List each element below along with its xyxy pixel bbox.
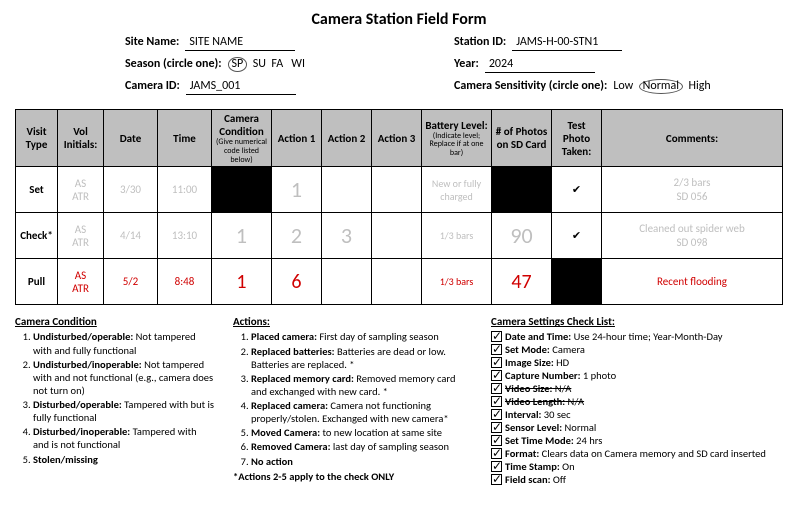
camera-id-value[interactable]: JAMS_001 bbox=[186, 79, 296, 95]
actions-note: *Actions 2-5 apply to the check ONLY bbox=[233, 470, 473, 483]
checklist-item[interactable]: Sensor Level: Normal bbox=[491, 421, 783, 434]
legend-item: Undisturbed/operable: Not tampered with … bbox=[33, 330, 215, 356]
season-label: Season (circle one): bbox=[125, 57, 222, 71]
col-visit: Visit Type bbox=[16, 110, 58, 167]
legend-item: Replaced memory card: Removed memory car… bbox=[251, 372, 473, 398]
checklist-item[interactable]: Date and Time: Use 24-hour time; Year-Mo… bbox=[491, 330, 783, 343]
checklist-item[interactable]: Format: Clears data on Camera memory and… bbox=[491, 447, 783, 460]
col-vol: Vol Initials: bbox=[58, 110, 104, 167]
season-fa[interactable]: FA bbox=[271, 57, 283, 71]
legend-item: Replaced camera: Camera not functioning … bbox=[251, 399, 473, 425]
checklist-item[interactable]: Video Size: N/A bbox=[491, 382, 783, 395]
col-comments: Comments: bbox=[602, 110, 783, 167]
camera-id-label: Camera ID: bbox=[125, 79, 180, 93]
legend-item: Disturbed/operable: Tampered with but is… bbox=[33, 398, 215, 424]
legend-checklist: Camera Settings Check List: Date and Tim… bbox=[491, 315, 783, 486]
header-fields: Site Name: SITE NAME Station ID: JAMS-H-… bbox=[125, 35, 743, 95]
season-su[interactable]: SU bbox=[253, 57, 266, 71]
legend-item: Moved Camera: to new location at same si… bbox=[251, 426, 473, 439]
visits-table: Visit Type Vol Initials: Date Time Camer… bbox=[15, 109, 783, 305]
legend-item: Disturbed/inoperable: Tampered with and … bbox=[33, 425, 215, 451]
col-a2: Action 2 bbox=[322, 110, 372, 167]
checklist-item[interactable]: Image Size: HD bbox=[491, 356, 783, 369]
table-row: Check*ASATR4/1413:101231/3 bars90✔Cleane… bbox=[16, 213, 783, 259]
legend-area: Camera Condition Undisturbed/operable: N… bbox=[15, 315, 783, 486]
legend-item: Undisturbed/inoperable: Not tampered wit… bbox=[33, 358, 215, 397]
form-title: Camera Station Field Form bbox=[15, 10, 783, 29]
station-id-value[interactable]: JAMS-H-00-STN1 bbox=[512, 35, 622, 51]
table-row: PullASATR5/28:48161/3 bars47Recent flood… bbox=[16, 259, 783, 305]
col-date: Date bbox=[104, 110, 158, 167]
sensitivity-options[interactable]: Low Normal High bbox=[613, 79, 710, 94]
sensitivity-label: Camera Sensitivity (circle one): bbox=[454, 79, 607, 93]
legend-item: No action bbox=[251, 455, 473, 468]
legend-item: Removed Camera: last day of sampling sea… bbox=[251, 440, 473, 453]
legend-item: Stolen/missing bbox=[33, 453, 215, 466]
sens-high[interactable]: High bbox=[688, 79, 710, 93]
checklist-item[interactable]: Set Mode: Camera bbox=[491, 343, 783, 356]
checklist-item[interactable]: Video Length: N/A bbox=[491, 395, 783, 408]
col-a3: Action 3 bbox=[372, 110, 422, 167]
col-battery: Battery Level:(Indicate level; Replace i… bbox=[422, 110, 492, 167]
col-time: Time bbox=[158, 110, 212, 167]
legend-actions: Actions: Placed camera: First day of sam… bbox=[233, 315, 473, 482]
site-name-value[interactable]: SITE NAME bbox=[185, 35, 295, 51]
sens-normal[interactable]: Normal bbox=[639, 79, 683, 94]
year-value[interactable]: 2024 bbox=[485, 57, 595, 73]
checklist-item[interactable]: Time Stamp: On bbox=[491, 460, 783, 473]
year-label: Year: bbox=[454, 57, 479, 71]
site-name-label: Site Name: bbox=[125, 35, 179, 49]
sens-low[interactable]: Low bbox=[613, 79, 633, 93]
season-options[interactable]: SP SU FA WI bbox=[228, 57, 305, 72]
legend-item: Placed camera: First day of sampling sea… bbox=[251, 330, 473, 343]
col-test: Test Photo Taken: bbox=[552, 110, 602, 167]
checklist-item[interactable]: Interval: 30 sec bbox=[491, 408, 783, 421]
season-sp[interactable]: SP bbox=[228, 57, 248, 72]
col-photos: # of Photos on SD Card bbox=[492, 110, 552, 167]
station-id-label: Station ID: bbox=[454, 35, 506, 49]
legend-item: Replaced batteries: Batteries are dead o… bbox=[251, 345, 473, 371]
table-row: SetASATR3/3011:001New or fully charged✔2… bbox=[16, 167, 783, 213]
legend-condition: Camera Condition Undisturbed/operable: N… bbox=[15, 315, 215, 466]
checklist-item[interactable]: Set Time Mode: 24 hrs bbox=[491, 434, 783, 447]
col-cond: Camera Condition(Give numerical code lis… bbox=[212, 110, 272, 167]
season-wi[interactable]: WI bbox=[291, 57, 305, 71]
checklist-item[interactable]: Capture Number: 1 photo bbox=[491, 369, 783, 382]
col-a1: Action 1 bbox=[272, 110, 322, 167]
checklist-item[interactable]: Field scan: Off bbox=[491, 473, 783, 486]
